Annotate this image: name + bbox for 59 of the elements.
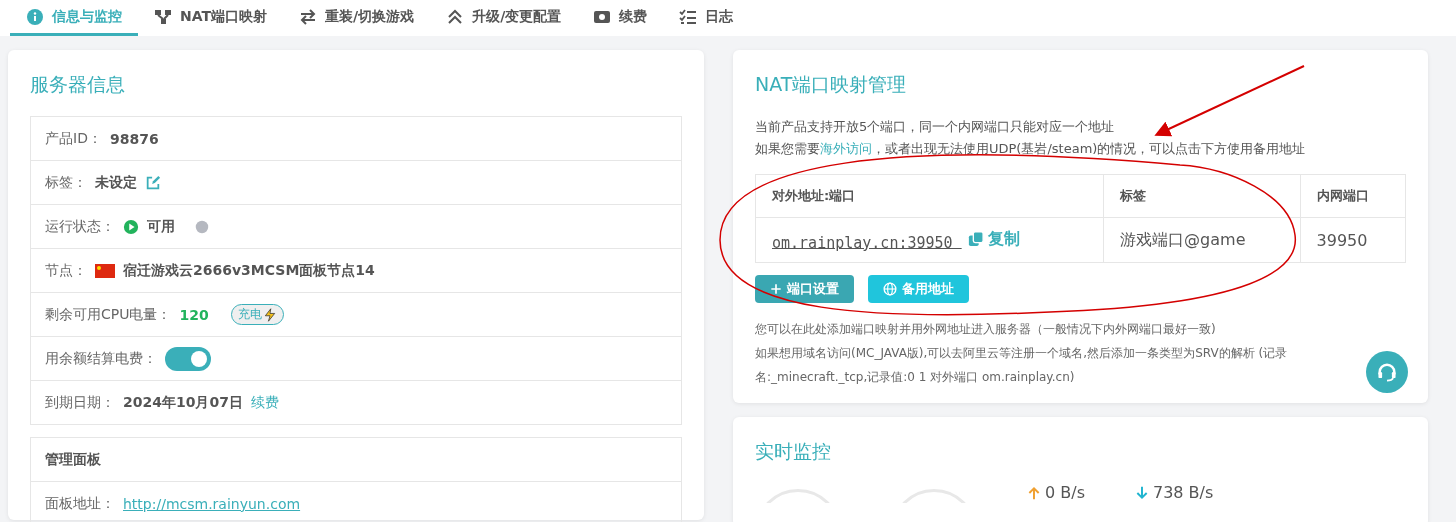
help-text: 您可以在此处添加端口映射并用外网地址进入服务器（一般情况下内外网端口最好一致)	[755, 321, 1217, 338]
info-text: 如果您需要海外访问，或者出现无法使用UDP(基岩/steam)的情况，可以点击下方使用备用地址	[755, 140, 1307, 158]
section-heading: 管理面板	[45, 450, 101, 469]
field-value: 98876	[109, 130, 159, 147]
field-label: 用余额结算电费：	[45, 349, 157, 368]
status-value: 可用	[147, 217, 175, 236]
tab[interactable]: 续费	[577, 0, 664, 36]
plus-icon	[770, 283, 782, 295]
field-label: 运行状态：	[45, 217, 115, 236]
play-icon	[123, 218, 139, 235]
headset-icon	[1376, 361, 1398, 383]
column-header: 对外地址:端口	[755, 174, 1104, 218]
upload-rate: 0 B/s	[1045, 483, 1085, 502]
info-text: 当前产品支持开放5个端口，同一个内网端口只能对应一个地址	[755, 118, 1116, 136]
arrow-down-icon	[1134, 485, 1149, 500]
tab[interactable]: 日志	[663, 0, 750, 36]
info-icon	[26, 7, 44, 26]
lightning-icon	[262, 307, 277, 322]
edit-icon	[145, 174, 161, 191]
swap-arrows-icon	[299, 7, 317, 26]
globe-icon	[883, 282, 897, 296]
address-link[interactable]: om.rainplay.cn:39950	[772, 233, 962, 252]
download-rate: 738 B/s	[1152, 483, 1214, 502]
field-label: 到期日期：	[45, 393, 115, 412]
network-icon	[154, 7, 172, 26]
field-value: 未设定	[95, 173, 137, 192]
tab[interactable]: 重装/切换游戏	[283, 0, 431, 36]
overseas-link[interactable]: 海外访问	[820, 141, 872, 156]
tab[interactable]: 升级/变更配置	[430, 0, 578, 36]
charge-button[interactable]: 充电	[230, 304, 284, 325]
column-header: 内网端口	[1300, 174, 1406, 218]
expiry-date: 2024年10月07日	[123, 393, 243, 412]
field-label: 节点：	[45, 261, 87, 280]
card-title: NAT端口映射管理	[755, 72, 908, 97]
field-label: 剩余可用CPU电量：	[45, 305, 172, 324]
node-name: 宿迁游戏云2666v3MCSM面板节点14	[123, 261, 375, 280]
card-title: 服务器信息	[30, 72, 126, 97]
field-label: 标签：	[45, 173, 87, 192]
tab[interactable]: 信息与监控	[10, 0, 138, 36]
panel-link[interactable]: http://mcsm.rainyun.com	[123, 495, 301, 512]
tab[interactable]: NAT端口映射	[138, 0, 283, 36]
toggle-switch[interactable]	[165, 346, 211, 371]
checklist-icon	[679, 7, 698, 26]
copy-button[interactable]: 复制	[967, 228, 1020, 250]
help-text: 如果想用域名访问(MC_JAVA版),可以去阿里云等注册一个域名,然后添加一条类型为SRV的解析 (记录名:_minecraft._tcp,记录值:0 1 对外端口 om.rainplay.cn)	[755, 345, 1289, 386]
backup-address-button[interactable]: 备用地址	[868, 275, 969, 303]
field-label: 产品ID：	[45, 129, 102, 148]
arrow-up-icon	[1027, 485, 1041, 500]
table-cell: 39950	[1300, 217, 1406, 263]
renew-link[interactable]: 续费	[250, 393, 279, 412]
port-settings-button[interactable]: 端口设置	[755, 275, 854, 303]
copy-icon	[967, 231, 984, 248]
card-title: 实时监控	[755, 439, 832, 464]
table-cell: 游戏端口@game	[1103, 217, 1301, 263]
flag-icon	[95, 263, 115, 278]
support-button[interactable]	[1366, 351, 1408, 393]
field-label: 面板地址：	[45, 494, 115, 513]
cpu-value: 120	[179, 306, 209, 323]
column-header: 标签	[1103, 174, 1301, 218]
